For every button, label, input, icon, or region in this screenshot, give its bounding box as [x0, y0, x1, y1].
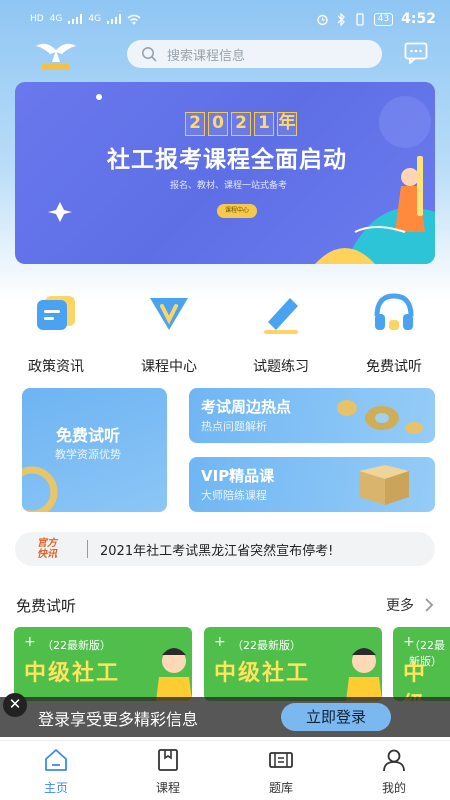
close-icon[interactable]: ✕ [3, 693, 27, 717]
home-icon [45, 749, 67, 771]
login-prompt-bar: ✕ 登录享受更多精彩信息 立即登录 [0, 693, 450, 737]
search-input[interactable]: 搜索课程信息 [127, 40, 382, 68]
card-free-trial[interactable]: 免费试听 教学资源优势 [22, 388, 167, 512]
official-news-badge: 官方 快讯 [37, 538, 77, 560]
quick-link-label: 政策资讯 [28, 359, 84, 375]
news-headline[interactable]: 2021年社工考试黑龙江省突然宣布停考! [100, 540, 333, 559]
signal-icon [68, 14, 83, 24]
banner-subtitle: 报名、教材、课程一站式备考 [170, 181, 288, 191]
quick-link-exercises[interactable]: 试题练习 [231, 290, 331, 376]
status-right: 43 4:52 [316, 11, 436, 27]
course-card[interactable]: + （22最新版） 中级社工 [204, 627, 382, 701]
banner-year: 2 0 2 1 年 [185, 112, 297, 136]
card-free-trial-title: 免费试听 [56, 426, 121, 445]
card-exam-hotspot-title: 考试周边热点 [201, 398, 292, 416]
news-ticker[interactable]: 官方 快讯 2021年社工考试黑龙江省突然宣布停考! [15, 532, 435, 566]
vibrate-icon [356, 12, 364, 26]
signal-icon-2 [107, 14, 122, 24]
news-divider [87, 540, 88, 558]
more-label: 更多 [386, 598, 414, 614]
battery-indicator: 43 [373, 12, 394, 26]
promo-banner[interactable]: 2 0 2 1 年 社工报考课程全面启动 报名、教材、课程一站式备考 课程中心 [15, 82, 435, 264]
document-icon [37, 296, 75, 330]
search-placeholder: 搜索课程信息 [167, 48, 246, 64]
card-vip-course[interactable]: VIP精品课 大师陪练课程 [189, 457, 435, 512]
teacher-illustration-icon [156, 648, 192, 701]
course-card[interactable]: + （22最新版） 中级社工 [14, 627, 192, 701]
course-name: 中级社工 [403, 661, 428, 701]
alarm-icon [317, 14, 328, 25]
tab-label: 题库 [268, 781, 293, 795]
tab-label: 我的 [381, 781, 406, 795]
teacher-illustration-icon [346, 648, 382, 701]
banner-year-char: 2 [231, 112, 251, 136]
card-free-trial-subtitle: 教学资源优势 [55, 448, 121, 461]
quick-link-label: 免费试听 [366, 359, 422, 375]
card-vip-course-subtitle: 大师陪练课程 [201, 489, 267, 502]
pencil-icon [264, 298, 298, 334]
tab-label: 主页 [43, 781, 68, 795]
banner-title: 社工报考课程全面启动 [107, 147, 347, 173]
tab-course[interactable]: 课程 [128, 747, 208, 796]
banner-year-char: 1 [254, 112, 274, 136]
banner-year-char: 年 [277, 112, 297, 136]
course-card[interactable]: + （22最新版） 中级社工 [393, 627, 450, 701]
tab-home[interactable]: 主页 [16, 747, 96, 796]
wifi-icon [127, 14, 141, 24]
header: 搜索课程信息 [0, 38, 450, 72]
feature-cards: 免费试听 教学资源优势 考试周边热点 热点问题解析 VIP精品课 大师陪练课程 [0, 388, 450, 512]
status-bar: HD 4G 4G 43 4:52 [0, 0, 450, 38]
badge-line: 快讯 [37, 549, 57, 560]
badge-line: 官方 [37, 538, 57, 549]
status-left: HD 4G 4G [30, 14, 141, 25]
login-now-button[interactable]: 立即登录 [281, 703, 391, 731]
bluetooth-icon [337, 12, 345, 26]
quick-link-label: 试题练习 [253, 359, 309, 375]
card-exam-hotspot[interactable]: 考试周边热点 热点问题解析 [189, 388, 435, 443]
network-hd-label: HD [30, 14, 44, 24]
search-icon [142, 47, 157, 62]
login-prompt-text: 登录享受更多精彩信息 [38, 710, 199, 729]
course-icon [158, 749, 178, 771]
section-title: 免费试听 [16, 596, 77, 615]
app-logo[interactable] [32, 38, 80, 72]
network-4g-label: 4G [49, 14, 63, 24]
banner-course-center-button[interactable]: 课程中心 [217, 204, 257, 218]
quick-link-policy-news[interactable]: 政策资讯 [6, 290, 106, 376]
chevron-right-icon [425, 598, 434, 612]
tab-profile[interactable]: 我的 [354, 747, 434, 796]
banner-year-char: 0 [208, 112, 228, 136]
banner-year-char: 2 [185, 112, 205, 136]
v-badge-icon [150, 298, 188, 330]
tab-label: 课程 [155, 781, 180, 795]
tab-question-bank[interactable]: 题库 [241, 747, 321, 796]
status-time: 4:52 [401, 11, 436, 27]
question-bank-icon [269, 752, 293, 768]
more-link[interactable]: 更多 [386, 595, 434, 615]
quick-links: 政策资讯 课程中心 试题练习 免费试听 [0, 290, 450, 376]
bottom-tab-bar: 主页 课程 题库 我的 [0, 740, 450, 800]
quick-link-course-center[interactable]: 课程中心 [119, 290, 219, 376]
quick-link-free-trial[interactable]: 免费试听 [344, 290, 444, 376]
message-icon[interactable] [404, 42, 428, 64]
free-trial-section-header: 免费试听 更多 [16, 594, 434, 616]
card-exam-hotspot-subtitle: 热点问题解析 [201, 420, 267, 433]
card-vip-course-title: VIP精品课 [201, 467, 275, 485]
network-4g-label-2: 4G [88, 14, 102, 24]
quick-link-label: 课程中心 [141, 359, 197, 375]
headphones-icon [374, 293, 414, 330]
profile-icon [383, 749, 405, 772]
